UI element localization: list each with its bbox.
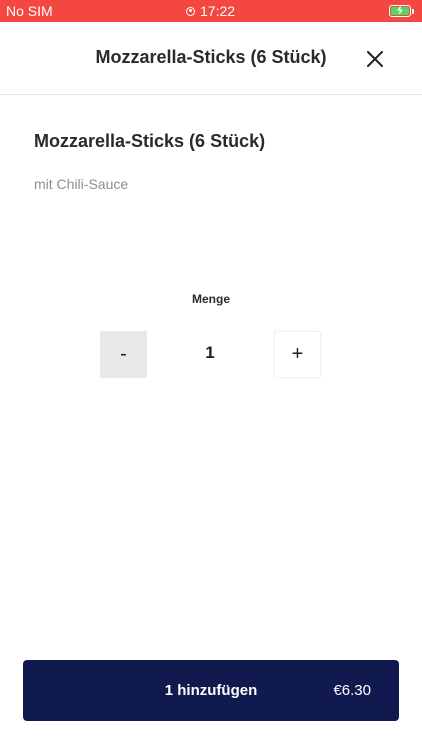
status-bar: No SIM 17:22 xyxy=(0,0,422,22)
screen: No SIM 17:22 Mozzarella-Sticks (6 Stück)… xyxy=(0,0,422,750)
add-to-cart-button[interactable]: 1 hinzufügen €6.30 xyxy=(23,660,399,721)
recording-icon xyxy=(186,6,195,16)
close-button[interactable] xyxy=(360,44,390,74)
quantity-label: Menge xyxy=(191,292,230,306)
battery-charging-icon xyxy=(389,5,411,17)
status-time: 17:22 xyxy=(200,3,236,19)
product-title: Mozzarella-Sticks (6 Stück) xyxy=(34,131,266,151)
modal-header: Mozzarella-Sticks (6 Stück) xyxy=(0,22,422,95)
add-button-price: €6.30 xyxy=(333,682,371,699)
increment-button[interactable]: + xyxy=(274,331,321,378)
product-description: mit Chili-Sauce xyxy=(34,176,129,192)
quantity-value: 1 xyxy=(205,343,215,362)
modal-title: Mozzarella-Sticks (6 Stück) xyxy=(95,47,327,67)
battery-tip xyxy=(412,9,414,14)
minus-icon: - xyxy=(120,343,127,365)
plus-icon: + xyxy=(291,343,304,365)
status-center: 17:22 xyxy=(186,3,235,19)
decrement-button[interactable]: - xyxy=(100,331,147,378)
carrier-label: No SIM xyxy=(6,3,53,19)
close-icon xyxy=(367,51,383,67)
